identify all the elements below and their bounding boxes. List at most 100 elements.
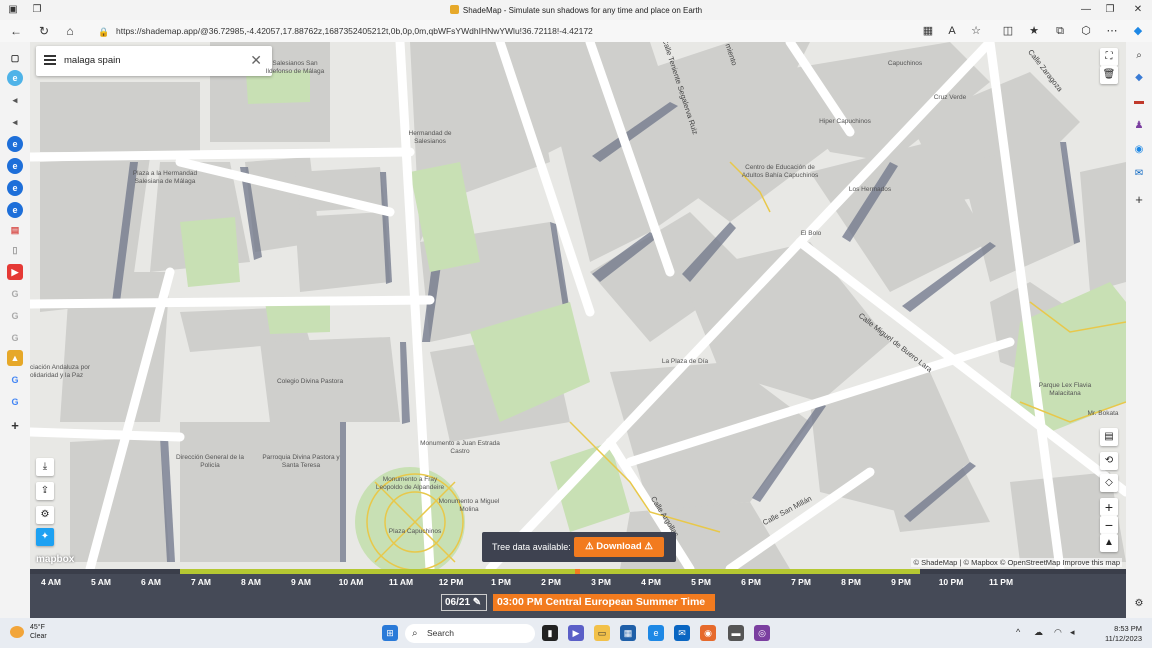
delete-icon[interactable]: 🗑 <box>1100 66 1118 84</box>
copilot-icon[interactable]: ◆ <box>1130 24 1146 38</box>
layers-icon[interactable]: ◇ <box>1100 474 1118 492</box>
shadow-map[interactable]: malaga spain ✕ Salesianos San Ildefonso … <box>30 42 1126 569</box>
read-aloud-icon[interactable]: A <box>944 24 960 38</box>
refresh-button[interactable]: ↻ <box>36 24 52 38</box>
edge-tab-icon[interactable]: e <box>7 158 23 174</box>
edge-tab-icon[interactable]: e <box>7 136 23 152</box>
hour-label[interactable]: 9 AM <box>276 577 326 587</box>
wifi-icon[interactable]: ◠ <box>1054 627 1062 638</box>
google-icon[interactable]: G <box>7 286 23 302</box>
app-icon[interactable]: ▬ <box>728 625 744 641</box>
hour-label[interactable]: 11 PM <box>976 577 1026 587</box>
collections-icon[interactable]: ⧉ <box>1052 24 1068 38</box>
extensions-icon[interactable]: ⬡ <box>1078 24 1094 38</box>
report-icon[interactable]: ▤ <box>1100 428 1118 446</box>
settings-icon[interactable]: ⚙ <box>1131 596 1147 612</box>
file-explorer-icon[interactable]: ▭ <box>594 625 610 641</box>
split-screen-icon[interactable]: ◫ <box>1000 24 1016 38</box>
store-icon[interactable]: ▦ <box>620 625 636 641</box>
fullscreen-icon[interactable]: ⛶ <box>1100 48 1118 66</box>
settings-icon[interactable]: ⚙ <box>36 506 54 524</box>
zoom-in-button[interactable]: + <box>1100 498 1118 516</box>
windows-start-icon[interactable]: ⊞ <box>382 625 398 641</box>
firefox-icon[interactable]: ◉ <box>700 625 716 641</box>
hour-label[interactable]: 10 PM <box>926 577 976 587</box>
shademap-tab-icon[interactable]: ▲ <box>7 350 23 366</box>
hour-label[interactable]: 1 PM <box>476 577 526 587</box>
map-attribution[interactable]: © ShadeMap | © Mapbox © OpenStreetMap Im… <box>911 558 1122 567</box>
sound-icon[interactable]: ◂ <box>7 114 23 130</box>
address-bar[interactable]: 🔒 https://shademap.app/@36.72985,-4.4205… <box>90 23 950 39</box>
google-icon[interactable]: G <box>7 308 23 324</box>
compass-icon[interactable]: ▲ <box>1100 534 1118 552</box>
time-display[interactable]: 03:00 PM Central European Summer Time <box>493 594 715 611</box>
favorite-star-icon[interactable]: ☆ <box>968 24 984 38</box>
new-tab-icon[interactable]: + <box>7 418 23 434</box>
add-sidebar-icon[interactable]: + <box>1131 192 1147 208</box>
daylight-bar[interactable] <box>30 569 1126 574</box>
tray-overflow-icon[interactable]: ^ <box>1016 627 1020 637</box>
hour-label[interactable]: 4 AM <box>26 577 76 587</box>
teams-icon[interactable]: ▶ <box>568 625 584 641</box>
map-canvas[interactable] <box>30 42 1126 569</box>
hour-label[interactable]: 5 AM <box>76 577 126 587</box>
share-icon[interactable]: ⇪ <box>36 482 54 500</box>
hour-label[interactable]: 7 AM <box>176 577 226 587</box>
games-icon[interactable]: ♟ <box>1131 118 1147 134</box>
hour-label[interactable]: 5 PM <box>676 577 726 587</box>
taskbar-clock[interactable]: 8:53 PM 11/12/2023 <box>1105 624 1142 644</box>
tools-icon[interactable]: ▬ <box>1131 94 1147 110</box>
task-view-icon[interactable]: ▮ <box>542 625 558 641</box>
cast-icon[interactable]: ◂ <box>7 92 23 108</box>
maximize-button[interactable]: ❐ <box>1100 2 1120 18</box>
hour-label[interactable]: 8 AM <box>226 577 276 587</box>
more-menu-icon[interactable]: ⋯ <box>1104 24 1120 38</box>
search-input[interactable]: malaga spain <box>64 55 121 66</box>
location-search-box[interactable]: malaga spain ✕ <box>36 46 272 76</box>
volume-icon[interactable]: ◂ <box>1070 627 1075 638</box>
google-icon[interactable]: G <box>7 330 23 346</box>
current-time-marker[interactable] <box>575 569 580 574</box>
hour-label[interactable]: 7 PM <box>776 577 826 587</box>
apps-icon[interactable]: ▦ <box>920 24 936 38</box>
edge-tab-icon[interactable]: e <box>7 202 23 218</box>
cloud-icon[interactable]: ☁ <box>1034 627 1043 638</box>
hour-label[interactable]: 12 PM <box>426 577 476 587</box>
download-icon[interactable]: ⤓ <box>36 458 54 476</box>
hamburger-menu-icon[interactable] <box>44 55 56 65</box>
favorites-icon[interactable]: ★ <box>1026 24 1042 38</box>
tabs-icon[interactable]: ▢ <box>7 50 23 66</box>
youtube-icon[interactable]: ▶ <box>7 264 23 280</box>
hour-label[interactable]: 11 AM <box>376 577 426 587</box>
document-icon[interactable]: ▯ <box>7 242 23 258</box>
taskbar-search[interactable]: ⌕ Search <box>405 624 535 643</box>
date-picker[interactable]: 06/21 ✎ <box>441 594 487 611</box>
time-slider[interactable]: 4 AM 5 AM 6 AM 7 AM 8 AM 9 AM 10 AM 11 AM 12 PM 1… <box>30 569 1126 618</box>
twitter-icon[interactable]: ✦ <box>36 528 54 546</box>
edge-taskbar-icon[interactable]: e <box>648 625 664 641</box>
close-window-button[interactable]: ✕ <box>1128 2 1148 18</box>
home-button[interactable]: ⌂ <box>62 24 78 38</box>
outlook-icon[interactable]: ✉ <box>1131 166 1147 182</box>
zoom-out-button[interactable]: − <box>1100 516 1118 534</box>
microsoft-365-icon[interactable]: ◉ <box>1131 142 1147 158</box>
mail-icon[interactable]: ✉ <box>674 625 690 641</box>
hour-label[interactable]: 2 PM <box>526 577 576 587</box>
hour-label[interactable]: 9 PM <box>876 577 926 587</box>
edge-icon[interactable]: e <box>7 70 23 86</box>
hour-label[interactable]: 6 AM <box>126 577 176 587</box>
hour-label[interactable]: 4 PM <box>626 577 676 587</box>
hour-label[interactable]: 6 PM <box>726 577 776 587</box>
google-icon[interactable]: G <box>7 394 23 410</box>
hour-label[interactable]: 3 PM <box>576 577 626 587</box>
google-icon[interactable]: G <box>7 372 23 388</box>
hour-label[interactable]: 10 AM <box>326 577 376 587</box>
edge-tab-icon[interactable]: e <box>7 180 23 196</box>
search-icon[interactable]: ⌕ <box>1131 48 1147 64</box>
minimize-button[interactable]: — <box>1076 2 1096 18</box>
rotate-view-icon[interactable]: ⟲ <box>1100 452 1118 470</box>
back-button[interactable]: ← <box>8 24 24 38</box>
hour-label[interactable]: 8 PM <box>826 577 876 587</box>
app-icon[interactable]: ◎ <box>754 625 770 641</box>
shopping-icon[interactable]: ◆ <box>1131 70 1147 86</box>
